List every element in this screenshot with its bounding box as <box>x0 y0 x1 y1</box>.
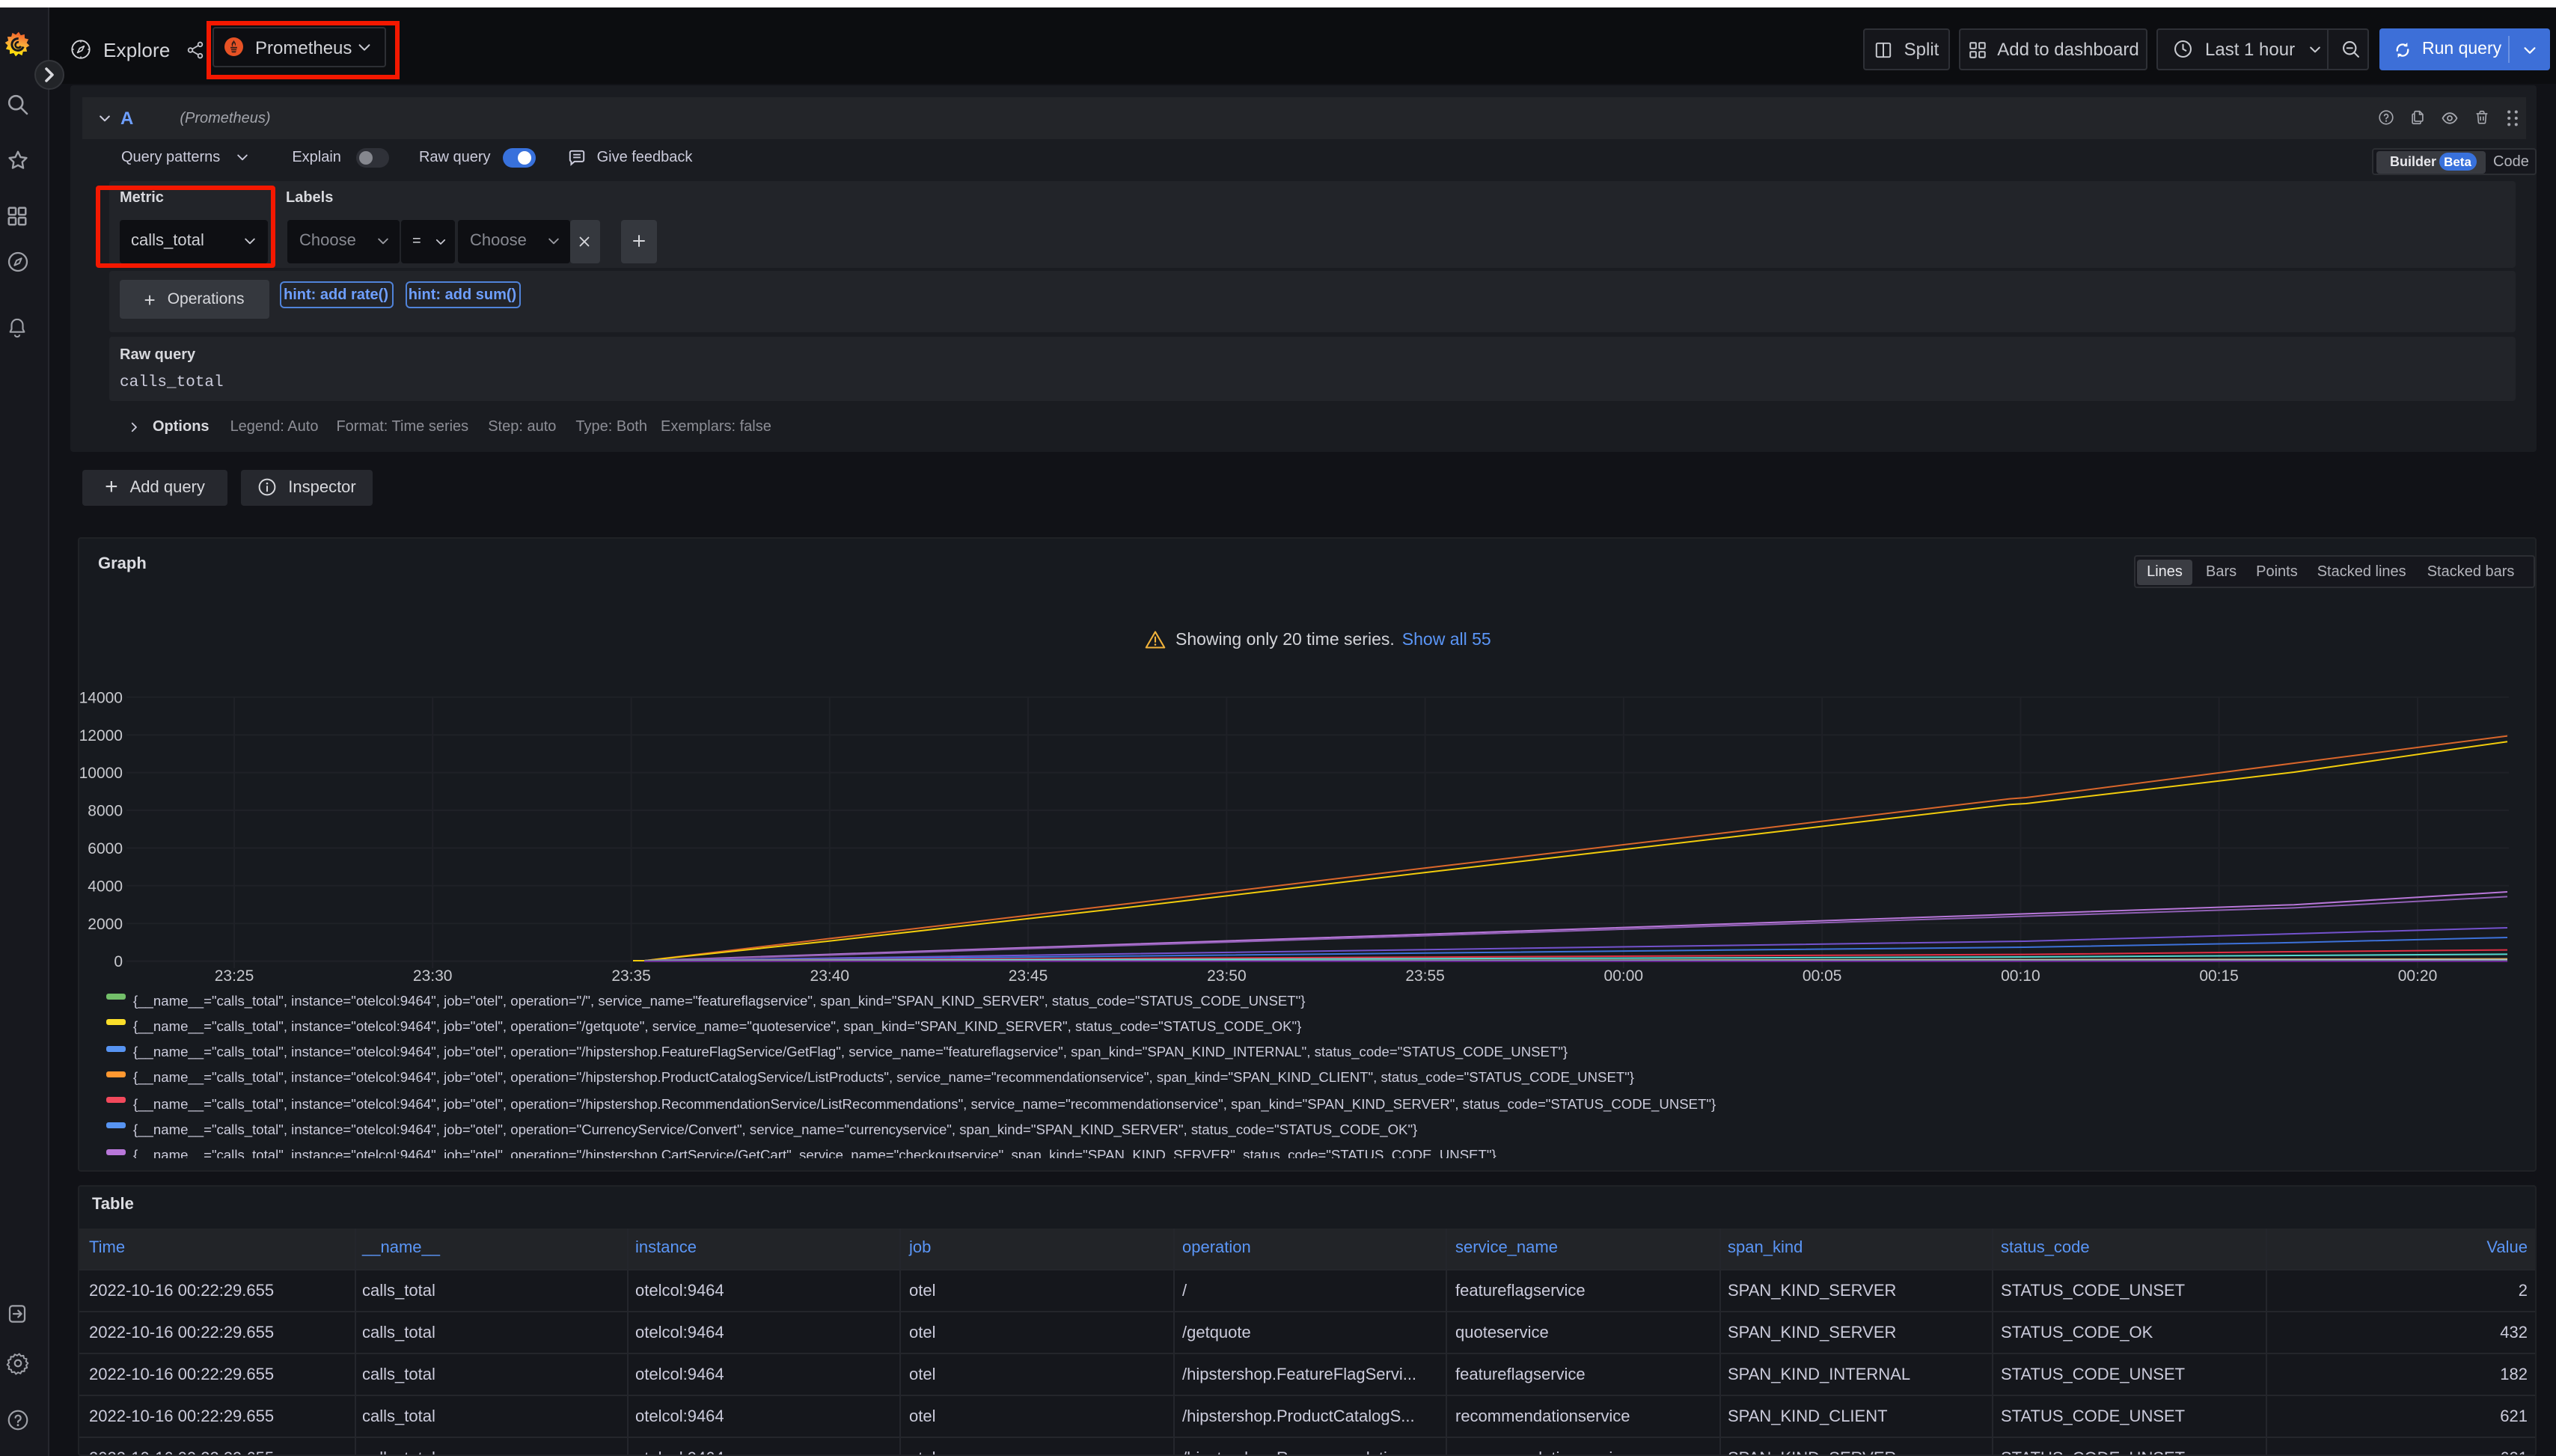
svg-text:23:35: 23:35 <box>611 967 650 985</box>
svg-text:00:10: 00:10 <box>2000 967 2040 985</box>
svg-text:23:30: 23:30 <box>412 967 452 985</box>
svg-text:23:40: 23:40 <box>810 967 849 985</box>
svg-text:2000: 2000 <box>87 916 122 933</box>
svg-text:23:25: 23:25 <box>214 967 254 985</box>
svg-text:0: 0 <box>113 953 122 970</box>
svg-text:23:45: 23:45 <box>1008 967 1048 985</box>
svg-text:23:55: 23:55 <box>1404 967 1444 985</box>
svg-text:4000: 4000 <box>87 878 122 895</box>
svg-text:8000: 8000 <box>87 803 122 820</box>
svg-text:00:05: 00:05 <box>1802 967 1841 985</box>
svg-text:00:15: 00:15 <box>2198 967 2238 985</box>
svg-text:6000: 6000 <box>87 840 122 857</box>
svg-text:00:20: 00:20 <box>2397 967 2437 985</box>
svg-text:00:00: 00:00 <box>1603 967 1643 985</box>
svg-text:14000: 14000 <box>79 689 122 706</box>
svg-text:12000: 12000 <box>79 727 122 744</box>
svg-text:23:50: 23:50 <box>1206 967 1246 985</box>
svg-text:10000: 10000 <box>79 765 122 782</box>
